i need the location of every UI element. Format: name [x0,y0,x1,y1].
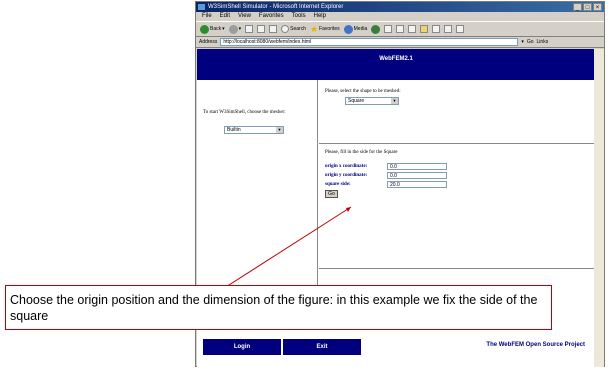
toolbar: Back ▾ ▾ Search ★ Favorites Media [196,21,604,37]
address-label: Address [199,39,218,45]
address-input[interactable]: http://localhost:8080/webfem/index.html [220,38,519,46]
page-icon[interactable] [432,25,441,33]
menu-edit[interactable]: Edit [220,12,230,21]
chevron-down-icon[interactable]: ▼ [391,98,398,104]
project-name: The WebFEM Open Source Project [486,342,585,348]
page-header: WebFEM2.1 [197,49,595,80]
origin-y-label: origin y coordinate: [325,173,368,178]
square-side-input[interactable]: 20.0 [387,181,447,188]
ie-icon [198,4,205,10]
forward-button[interactable]: ▾ [228,24,241,34]
home-icon[interactable] [269,25,278,33]
menu-file[interactable]: File [202,12,212,21]
menu-favorites[interactable]: Favorites [259,12,284,21]
media-icon [343,24,353,34]
links-button[interactable]: Links [537,39,549,45]
refresh-icon[interactable] [257,25,266,33]
copy-icon[interactable] [444,25,453,33]
stop-icon[interactable] [245,25,254,33]
go-submit-button[interactable]: Go [325,190,338,198]
back-arrow-icon [200,24,209,34]
chevron-down-icon[interactable]: ▼ [276,127,283,133]
minimize-button[interactable]: _ [573,3,582,11]
vertical-scrollbar[interactable] [594,49,604,367]
origin-x-label: origin x coordinate: [325,164,368,169]
forward-arrow-icon [228,24,238,34]
parameters-panel: Please, fill in the side for the Square … [319,144,595,269]
page-footer: Login Exit The WebFEM Open Source Projec… [197,331,595,367]
callout-text: Choose the origin position and the dimen… [10,293,538,323]
fill-prompt: Please, fill in the side for the Square [325,150,398,155]
mesher-value: Builtin [227,127,241,133]
mail-icon[interactable] [384,25,393,33]
menu-view[interactable]: View [238,12,251,21]
form-row: origin x coordinate: 0.0 [325,163,447,170]
shape-value: Square [348,98,365,104]
history-icon[interactable] [371,24,381,34]
form-row: origin y coordinate: 0.0 [325,172,447,179]
address-dropdown-icon[interactable]: ▾ [521,39,524,45]
document-icon[interactable] [456,25,465,33]
search-button[interactable]: Search [281,25,306,33]
parameters-form: origin x coordinate: 0.0 origin y coordi… [325,163,447,198]
origin-x-input[interactable]: 0.0 [387,163,447,170]
exit-button[interactable]: Exit [283,339,361,355]
search-icon [281,25,290,33]
media-button[interactable]: Media [343,24,367,34]
mesher-select[interactable]: Builtin ▼ [224,126,284,134]
shape-prompt: Please, select the shape to be meshed: [325,89,401,94]
edit-icon[interactable] [408,25,417,33]
menu-help[interactable]: Help [314,12,326,21]
shape-select[interactable]: Square ▼ [345,97,399,105]
login-button[interactable]: Login [203,339,281,355]
form-row: square side: 20.0 [325,181,447,188]
callout-box: Choose the origin position and the dimen… [5,285,552,330]
square-side-label: square side: [325,182,351,187]
close-button[interactable]: × [593,3,602,11]
address-bar: Address http://localhost:8080/webfem/ind… [196,37,604,48]
back-button[interactable]: Back ▾ [200,24,225,34]
mesher-prompt: To start W3SimShell, choose the mesher: [203,110,286,115]
star-icon: ★ [310,23,319,34]
origin-y-input[interactable]: 0.0 [387,172,447,179]
print-icon[interactable] [396,25,405,33]
title-bar: W3SimShell Simulator - Microsoft Interne… [196,2,604,12]
page-title: WebFEM2.1 [379,56,413,62]
windows-logo-icon [587,12,601,21]
menu-tools[interactable]: Tools [292,12,306,21]
favorites-button[interactable]: ★ Favorites [310,24,340,35]
menu-bar: File Edit View Favorites Tools Help [196,12,604,21]
shape-panel: Please, select the shape to be meshed: S… [319,80,595,144]
go-button[interactable]: Go [527,39,534,45]
window-title: W3SimShell Simulator - Microsoft Interne… [208,4,344,10]
folder-icon[interactable] [420,25,429,33]
maximize-button[interactable]: □ [583,3,592,11]
